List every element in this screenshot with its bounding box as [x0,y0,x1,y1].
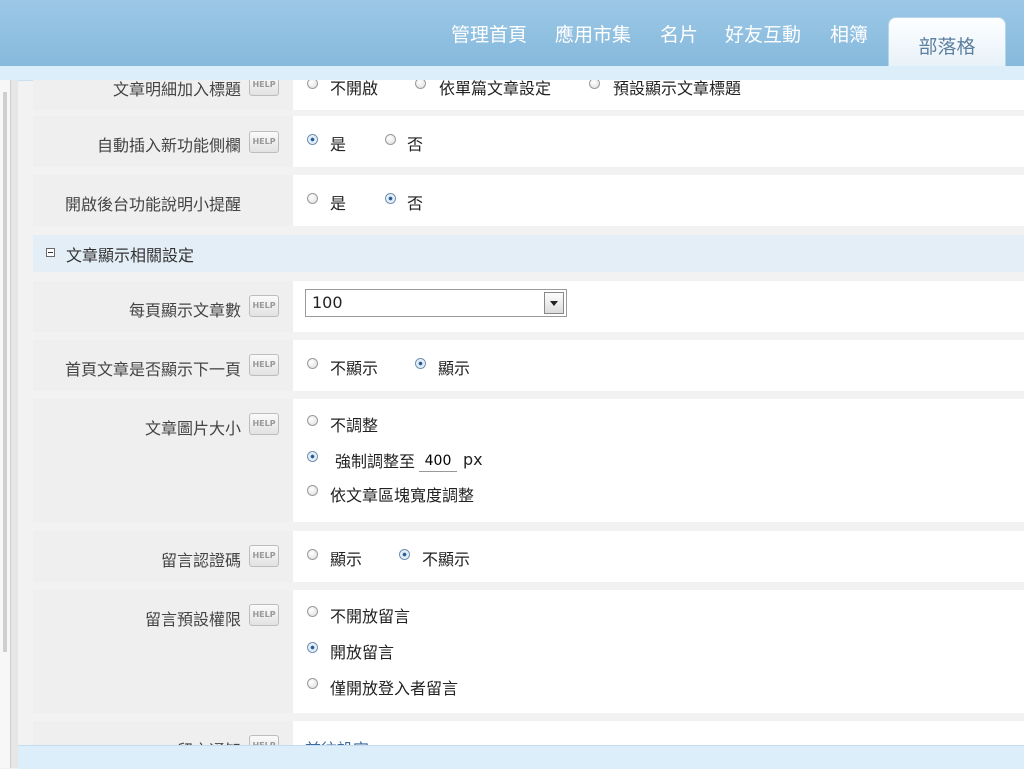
radio-option[interactable] [415,80,426,89]
setting-label: 文章圖片大小 [144,419,241,438]
radio-no[interactable] [385,134,396,145]
radio-option-label: 依單篇文章設定 [439,80,552,98]
nav-item-business-card[interactable]: 名片 [660,20,698,47]
nav-item-friends[interactable]: 好友互動 [725,20,801,47]
radio-open-comments-selected[interactable] [307,642,318,653]
help-button[interactable]: HELP [249,604,279,626]
radio-option-label: 僅開放登入者留言 [330,679,459,698]
nav-item-admin-home[interactable]: 管理首頁 [451,20,527,47]
radio-option-label: 顯示 [330,550,363,569]
radio-no-selected[interactable] [385,193,396,204]
help-button[interactable]: HELP [249,80,279,96]
radio-option-label: 預設顯示文章標題 [613,80,742,98]
radio-option-label: 是 [330,135,347,154]
radio-option[interactable] [589,80,600,89]
radio-force-resize-selected[interactable] [307,451,318,462]
radio-hide[interactable] [307,358,318,369]
nav-item-album[interactable]: 相簿 [830,20,868,47]
posts-per-page-select[interactable]: 100 [305,289,567,317]
radio-hide-selected[interactable] [399,549,410,560]
help-button[interactable]: HELP [249,413,279,435]
select-value: 100 [312,293,343,312]
radio-option-label: 依文章區塊寬度調整 [330,486,475,505]
radio-show[interactable] [307,549,318,560]
radio-close-comments[interactable] [307,606,318,617]
radio-option-label: 否 [407,135,424,154]
radio-members-only[interactable] [307,678,318,689]
setting-label: 留言認證碼 [160,551,241,570]
setting-row-show-next-page: 首頁文章是否顯示下一頁 HELP 不顯示 顯示 [33,340,1024,391]
resize-px-input[interactable] [419,451,457,472]
radio-fit-width[interactable] [307,485,318,496]
left-sidebar-edge [0,80,18,768]
chevron-down-icon[interactable] [544,292,564,314]
top-navigation-bar: 管理首頁 應用市集 名片 好友互動 相簿 部落格 [0,0,1024,66]
radio-yes-selected[interactable] [307,134,318,145]
setting-row-comment-captcha: 留言認證碼 HELP 顯示 不顯示 [33,531,1024,582]
sub-navigation-strip [0,66,1024,81]
settings-panel: 文章明細加入標題 HELP 不開啟 依單篇文章設定 預設顯示文章標題 自動插入新… [33,80,1024,745]
help-button[interactable]: HELP [249,545,279,567]
help-button[interactable]: HELP [249,735,279,745]
setting-row-posts-per-page: 每頁顯示文章數 HELP 100 [33,281,1024,332]
radio-option-label: 顯示 [438,359,471,378]
collapse-icon[interactable] [46,248,55,257]
radio-option-label: 是 [330,194,347,213]
nav-item-app-market[interactable]: 應用市集 [555,20,631,47]
setting-label: 每頁顯示文章數 [128,301,241,320]
setting-label: 首頁文章是否顯示下一頁 [64,360,241,379]
bottom-bar [18,745,1024,769]
radio-no-resize[interactable] [307,415,318,426]
setting-label: 文章明細加入標題 [112,80,241,99]
setting-label: 自動插入新功能側欄 [96,136,241,155]
setting-row-comment-permission: 留言預設權限 HELP 不開放留言 開放留言 僅開放登入者留言 [33,590,1024,713]
radio-option-label: 不顯示 [422,550,471,569]
radio-show-selected[interactable] [415,358,426,369]
radio-option-label: 否 [407,194,424,213]
radio-option-label: 不開放留言 [330,607,411,626]
setting-label: 留言預設權限 [144,610,241,629]
sidebar-scrollbar[interactable] [3,92,7,652]
setting-row-image-size: 文章圖片大小 HELP 不調整 強制調整至 px 依文章區塊寬度調整 [33,399,1024,522]
radio-option[interactable] [307,80,318,89]
radio-yes[interactable] [307,193,318,204]
setting-row-comment-notify: 留言通知 HELP 前往設定 [33,721,1024,745]
radio-option-label: 不顯示 [330,359,379,378]
radio-option-label: 強制調整至 [335,452,416,471]
setting-row-help-tips: 開啟後台功能說明小提醒 是 否 [33,175,1024,226]
help-button[interactable]: HELP [249,354,279,376]
setting-label: 留言通知 [177,737,241,745]
radio-option-label: 不調整 [330,416,379,435]
section-title: 文章顯示相關設定 [66,246,195,265]
help-button[interactable]: HELP [249,295,279,317]
setting-row-auto-sidebar: 自動插入新功能側欄 HELP 是 否 [33,116,1024,167]
setting-label: 開啟後台功能說明小提醒 [64,195,241,214]
help-button[interactable]: HELP [249,131,279,153]
go-to-settings-link[interactable]: 前往設定 [305,736,369,745]
radio-option-label: 開放留言 [330,643,395,662]
main-nav: 管理首頁 應用市集 名片 好友互動 相簿 部落格 [0,0,1024,66]
section-header-article-display: 文章顯示相關設定 [33,235,1024,272]
setting-row-title-in-list: 文章明細加入標題 HELP 不開啟 依單篇文章設定 預設顯示文章標題 [33,80,1024,110]
px-unit: px [463,450,483,469]
radio-option-label: 不開啟 [330,80,379,98]
tab-blog[interactable]: 部落格 [888,17,1006,66]
